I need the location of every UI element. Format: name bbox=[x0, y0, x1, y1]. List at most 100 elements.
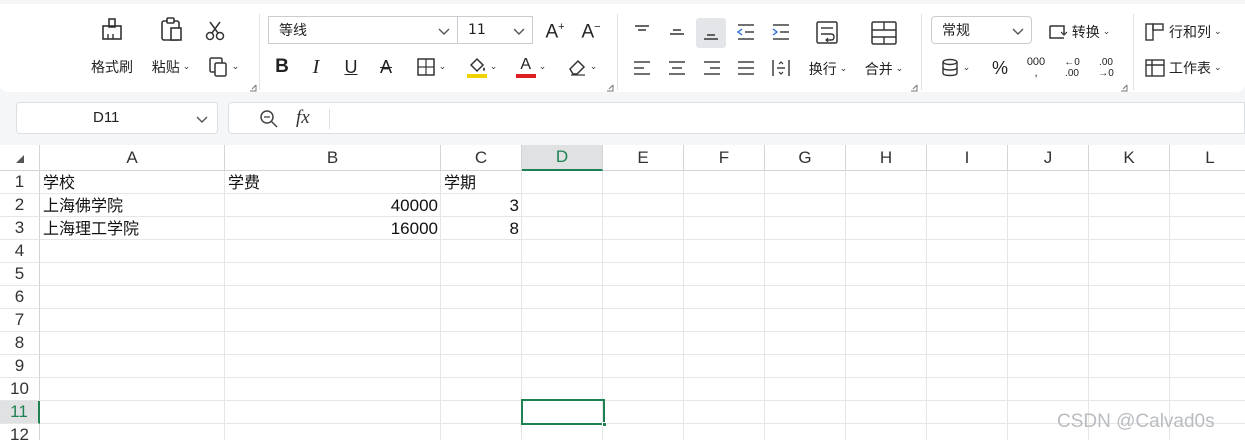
fill-handle[interactable] bbox=[602, 422, 607, 427]
wrap-text-button[interactable]: 换行 ⌄ bbox=[804, 14, 852, 84]
column-header-c[interactable]: C bbox=[441, 145, 522, 171]
chevron-down-icon[interactable] bbox=[195, 112, 209, 126]
row-header-4[interactable]: 4 bbox=[0, 240, 40, 263]
merge-cells-button[interactable]: 合并 ⌄ bbox=[860, 14, 908, 84]
insert-function-button[interactable]: fx bbox=[296, 107, 310, 129]
column-header-h[interactable]: H bbox=[846, 145, 927, 171]
row-header-9[interactable]: 9 bbox=[0, 355, 40, 378]
number-format-select[interactable]: 常规 bbox=[931, 16, 1032, 44]
increase-indent-icon bbox=[772, 24, 789, 40]
chevron-down-icon: ⌄ bbox=[1102, 27, 1111, 37]
dialog-launcher-icon[interactable] bbox=[606, 84, 614, 92]
cell-b1[interactable]: 学费 bbox=[228, 171, 438, 194]
row-header-5[interactable]: 5 bbox=[0, 263, 40, 286]
thousands-separator-button[interactable]: 000, bbox=[1022, 54, 1050, 82]
cut-button[interactable] bbox=[202, 18, 228, 44]
increase-decimal-button[interactable]: ←0.00 bbox=[1058, 54, 1086, 82]
decrease-indent-button[interactable] bbox=[732, 18, 760, 46]
worksheet-label: 工作表 bbox=[1169, 61, 1211, 77]
format-painter-label: 格式刷 bbox=[91, 60, 133, 76]
row-header-3[interactable]: 3 bbox=[0, 217, 40, 240]
row-header-7[interactable]: 7 bbox=[0, 309, 40, 332]
spreadsheet-grid[interactable]: ABCDEFGHIJKL 1 2 3 4 5 6 7 8 9 10 11 12 学校 学费 学期 上海佛学院… bbox=[0, 145, 1245, 440]
decrease-decimal-button[interactable]: .00 →0 bbox=[1092, 54, 1120, 82]
currency-format-button[interactable]: ⌄ bbox=[934, 54, 976, 82]
decrease-font-button[interactable]: A− bbox=[578, 18, 604, 46]
bold-button[interactable]: B bbox=[270, 54, 294, 80]
column-header-b[interactable]: B bbox=[225, 145, 441, 171]
font-name-select[interactable]: 等线 bbox=[268, 16, 458, 44]
dialog-launcher-icon[interactable] bbox=[249, 84, 257, 92]
increase-font-button[interactable]: A+ bbox=[542, 18, 568, 46]
italic-button[interactable]: I bbox=[304, 54, 328, 80]
column-header-g[interactable]: G bbox=[765, 145, 846, 171]
fill-color-button[interactable]: ⌄ bbox=[462, 54, 502, 80]
row-header-1[interactable]: 1 bbox=[0, 171, 40, 194]
row-header-12[interactable]: 12 bbox=[0, 424, 40, 440]
column-header-k[interactable]: K bbox=[1089, 145, 1170, 171]
align-middle-button[interactable] bbox=[663, 18, 691, 46]
clear-format-button[interactable]: ⌄ bbox=[562, 54, 602, 80]
align-center-icon bbox=[669, 61, 685, 75]
zoom-search-icon[interactable] bbox=[259, 109, 279, 129]
column-header-d[interactable]: D bbox=[522, 145, 603, 171]
bold-icon: B bbox=[275, 56, 289, 77]
convert-button[interactable]: 转换 ⌄ bbox=[1040, 18, 1116, 46]
chevron-down-icon bbox=[513, 28, 525, 35]
align-left-button[interactable] bbox=[628, 54, 656, 82]
format-painter-button[interactable]: 格式刷 bbox=[86, 14, 138, 78]
cell-c3[interactable]: 8 bbox=[444, 217, 519, 240]
row-col-button[interactable]: 行和列 ⌄ bbox=[1144, 18, 1236, 46]
align-top-button[interactable] bbox=[628, 18, 656, 46]
copy-button[interactable]: ⌄ bbox=[203, 54, 243, 80]
paste-button[interactable]: 粘贴 ⌄ bbox=[146, 14, 196, 78]
paint-bucket-icon bbox=[469, 57, 485, 72]
row-header-11[interactable]: 11 bbox=[0, 401, 40, 424]
select-all-corner[interactable] bbox=[0, 145, 40, 171]
cell-c2[interactable]: 3 bbox=[444, 194, 519, 217]
worksheet-button[interactable]: 工作表 ⌄ bbox=[1144, 54, 1236, 82]
align-bottom-button[interactable] bbox=[696, 18, 726, 48]
row-header-2[interactable]: 2 bbox=[0, 194, 40, 217]
font-size-select[interactable]: 11 bbox=[457, 16, 533, 44]
gridline bbox=[40, 377, 1245, 378]
paste-label: 粘贴 bbox=[151, 60, 180, 76]
align-right-button[interactable] bbox=[698, 54, 726, 82]
borders-button[interactable]: ⌄ bbox=[411, 54, 451, 80]
percent-button[interactable]: % bbox=[986, 54, 1014, 82]
underline-button[interactable]: U bbox=[339, 54, 363, 80]
align-bottom-icon bbox=[704, 34, 718, 40]
cell-a1[interactable]: 学校 bbox=[43, 171, 222, 194]
dialog-launcher-icon[interactable] bbox=[910, 84, 918, 92]
justify-button[interactable] bbox=[732, 54, 760, 82]
cell-b3[interactable]: 16000 bbox=[228, 217, 438, 240]
column-header-e[interactable]: E bbox=[603, 145, 684, 171]
column-header-j[interactable]: J bbox=[1008, 145, 1089, 171]
column-header-a[interactable]: A bbox=[40, 145, 225, 171]
name-box[interactable]: D11 bbox=[16, 102, 218, 134]
font-color-button[interactable]: A ⌄ bbox=[511, 54, 551, 80]
column-header-f[interactable]: F bbox=[684, 145, 765, 171]
cell-c1[interactable]: 学期 bbox=[444, 171, 519, 194]
formula-divider bbox=[329, 109, 330, 129]
distribute-button[interactable] bbox=[767, 54, 795, 82]
cell-b2[interactable]: 40000 bbox=[228, 194, 438, 217]
strikethrough-button[interactable]: A bbox=[374, 54, 398, 80]
cell-a3[interactable]: 上海理工学院 bbox=[43, 217, 222, 240]
formula-area: fx bbox=[228, 102, 1245, 134]
cell-a2[interactable]: 上海佛学院 bbox=[43, 194, 222, 217]
align-center-button[interactable] bbox=[663, 54, 691, 82]
row-header-8[interactable]: 8 bbox=[0, 332, 40, 355]
increase-indent-button[interactable] bbox=[767, 18, 795, 46]
formula-input[interactable] bbox=[339, 103, 1219, 133]
active-cell[interactable] bbox=[521, 399, 607, 427]
column-header-i[interactable]: I bbox=[927, 145, 1008, 171]
column-header-l[interactable]: L bbox=[1170, 145, 1245, 171]
group-divider bbox=[1133, 14, 1134, 90]
dialog-launcher-icon[interactable] bbox=[1120, 84, 1128, 92]
row-header-10[interactable]: 10 bbox=[0, 378, 40, 401]
row-col-icon bbox=[1145, 23, 1164, 41]
worksheet-icon bbox=[1145, 59, 1165, 77]
merge-cells-label: 合并 bbox=[864, 62, 893, 78]
row-header-6[interactable]: 6 bbox=[0, 286, 40, 309]
